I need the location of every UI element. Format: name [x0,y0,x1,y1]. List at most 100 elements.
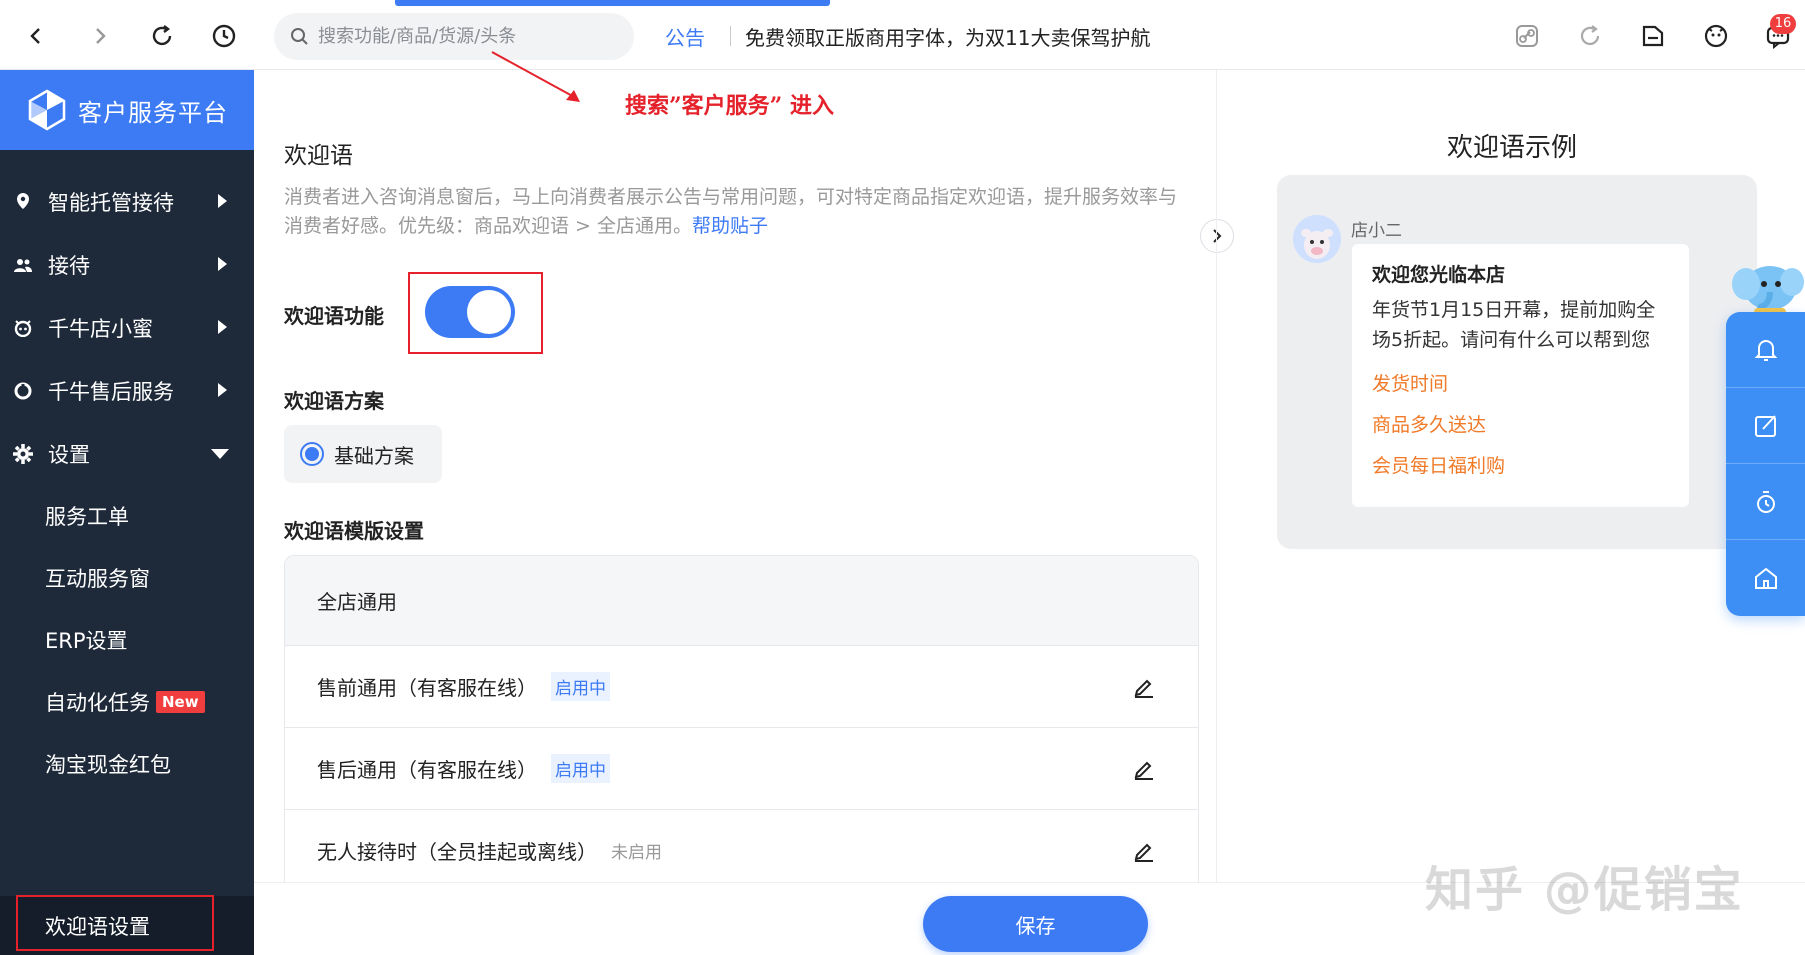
cow-mascot-icon [1293,215,1341,263]
menu-label: 智能托管接待 [48,191,174,215]
edit-pencil-icon[interactable] [1132,674,1156,698]
top-bar: 公告 免费领取正版商用字体，为双11大卖保驾护航 16 [0,0,1805,70]
feature-label: 欢迎语功能 [284,304,384,328]
highlight-box-toggle [408,272,543,354]
brand-header[interactable]: 客户服务平台 [0,70,254,150]
edit-note-icon [1754,414,1776,437]
sync-icon[interactable] [1574,20,1606,52]
search-icon [291,27,308,45]
menu-settings[interactable]: 设置 [0,424,254,484]
faq-link[interactable]: 会员每日福利购 [1372,451,1669,478]
menu-after-sales[interactable]: 千牛售后服务 [0,361,254,421]
plan-option-label: 基础方案 [334,443,414,468]
status-badge: 启用中 [551,754,610,783]
sub-label: 淘宝现金红包 [45,753,171,777]
notice-label[interactable]: 公告 [665,22,705,51]
bell-icon [1754,339,1777,361]
platform-logo-icon [28,89,66,131]
section-description: 消费者进入咨询消息窗后，马上向消费者展示公告与常用问题，可对特定商品指定欢迎语，… [284,183,1194,241]
elephant-mascot-icon[interactable] [1730,258,1804,318]
annotation-text: 搜索”客户服务” 进入 [625,93,834,119]
edit-pencil-icon[interactable] [1132,838,1156,862]
table-row: 售后通用（有客服在线） 启用中 [285,728,1198,810]
location-pin-icon [12,192,34,212]
plan-label: 欢迎语方案 [284,389,384,413]
search-input[interactable] [318,26,618,47]
table-row: 无人接待时（全员挂起或离线） 未启用 [285,810,1198,884]
chevron-right-icon [1213,229,1222,243]
feedback-button[interactable] [1726,388,1805,464]
bubble-text: 年货节1月15日开幕，提前加购全场5折起。请问有什么可以帮到您 [1372,299,1656,351]
notice-text[interactable]: 免费领取正版商用字体，为双11大卖保驾护航 [745,22,1150,51]
history-icon[interactable] [208,20,240,52]
new-badge: New [156,691,205,713]
robot-icon [12,319,34,337]
status-badge: 未启用 [611,843,662,863]
floating-toolbar [1726,312,1805,616]
sub-cash-redpacket[interactable]: 淘宝现金红包 [0,734,254,794]
sub-interactive-window[interactable]: 互动服务窗 [0,548,254,608]
sub-label: 自动化任务 [45,691,150,715]
preview-title: 欢迎语示例 [1447,133,1578,163]
home-button[interactable] [1726,540,1805,616]
caret-down-icon [211,449,229,459]
radio-checked-icon[interactable] [300,442,324,466]
save-button[interactable]: 保存 [923,896,1148,952]
loading-progress-bar [395,0,830,6]
gear-icon [12,443,34,465]
status-badge: 启用中 [551,672,610,701]
caret-right-icon [218,194,227,208]
highlight-box-sidebar [16,895,214,951]
notification-button[interactable] [1726,312,1805,388]
sub-erp-settings[interactable]: ERP设置 [0,610,254,670]
faq-link[interactable]: 商品多久送达 [1372,410,1669,437]
users-icon [12,257,34,273]
edit-pencil-icon[interactable] [1132,756,1156,780]
forward-icon[interactable] [84,20,116,52]
shop-avatar [1293,215,1341,263]
collapse-preview-button[interactable] [1200,219,1234,253]
refresh-icon[interactable] [146,20,178,52]
sidebar: 客户服务平台 智能托管接待 接待 千牛店小蜜 千牛售后服务 设置 服务工单 互动… [0,70,254,955]
watermark: 知乎 @促销宝 [1425,862,1744,918]
section-title: 欢迎语 [284,143,353,169]
folder-icon[interactable] [1637,20,1669,52]
caret-right-icon [218,257,227,271]
sub-label: 互动服务窗 [45,567,150,591]
service-ring-icon [12,381,34,401]
faq-link[interactable]: 发货时间 [1372,369,1669,396]
notice-separator [730,26,731,46]
home-icon [1754,567,1777,589]
sub-label: ERP设置 [45,629,128,653]
menu-label: 接待 [48,254,90,278]
timer-button[interactable] [1726,464,1805,540]
menu-reception[interactable]: 接待 [0,235,254,295]
link-icon[interactable] [1511,20,1543,52]
caret-right-icon [218,320,227,334]
sub-service-ticket[interactable]: 服务工单 [0,486,254,546]
annotation-arrow-icon [491,51,580,102]
menu-label: 千牛店小蜜 [48,317,153,341]
caret-right-icon [218,383,227,397]
template-header-label: 全店通用 [317,590,397,614]
sub-automation-tasks[interactable]: 自动化任务 New [0,672,254,732]
back-icon[interactable] [20,20,52,52]
help-link[interactable]: 帮助贴子 [692,215,768,237]
template-name: 售后通用（有客服在线） [317,758,537,782]
plan-option-basic[interactable]: 基础方案 [284,425,442,483]
template-table: 全店通用 售前通用（有客服在线） 启用中 售后通用（有客服在线） 启用中 无人接… [284,555,1199,885]
table-row: 售前通用（有客服在线） 启用中 [285,646,1198,728]
template-table-header[interactable]: 全店通用 [285,556,1198,646]
welcome-message-bubble: 欢迎您光临本店 年货节1月15日开幕，提前加购全场5折起。请问有什么可以帮到您 … [1352,244,1689,507]
assistant-icon[interactable] [1700,20,1732,52]
menu-label: 千牛售后服务 [48,380,174,404]
preview-divider [1216,70,1217,885]
brand-title: 客户服务平台 [78,98,228,127]
menu-qianniu-assistant[interactable]: 千牛店小蜜 [0,298,254,358]
menu-smart-hosting[interactable]: 智能托管接待 [0,172,254,232]
bubble-title: 欢迎您光临本店 [1372,264,1506,286]
message-count-badge: 16 [1770,14,1796,34]
sub-label: 服务工单 [45,505,129,529]
shop-name: 店小二 [1351,221,1402,241]
menu-label: 设置 [48,443,90,467]
